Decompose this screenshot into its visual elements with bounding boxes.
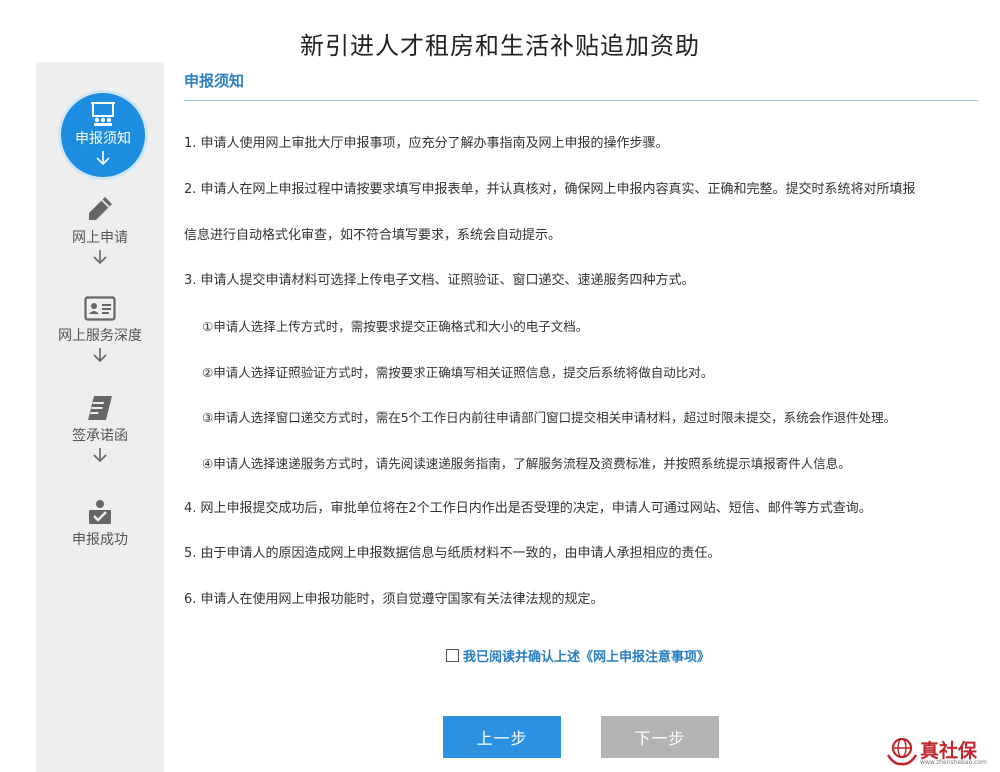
section-header: 申报须知	[184, 70, 978, 101]
notice-subitem: ②申请人选择证照验证方式时，需按要求正确填写相关证照信息，提交后系统将做自动比对…	[202, 365, 714, 380]
next-step-button[interactable]: 下一步	[601, 716, 719, 758]
arrow-down-icon	[96, 151, 110, 166]
notice-item: 5. 由于申请人的原因造成网上申报数据信息与纸质材料不一致的，由申请人承担相应的…	[184, 546, 721, 561]
presentation-icon	[91, 102, 115, 126]
arrow-down-icon	[93, 348, 107, 363]
notice-subitem: ③申请人选择窗口递交方式时，需在5个工作日内前往申请部门窗口提交相关申请材料，超…	[202, 410, 897, 425]
step-label: 签承诺函	[72, 428, 128, 444]
step-notice[interactable]: 申报须知	[58, 90, 148, 180]
notice-subitem: ④申请人选择速递服务方式时，请先阅读速递服务指南，了解服务流程及资费标准，并按照…	[202, 456, 851, 471]
checkbox-icon[interactable]	[446, 649, 459, 662]
step-commitment[interactable]: 签承诺函	[36, 394, 164, 463]
section-title: 申报须知	[184, 72, 245, 90]
watermark-logo: 真社保 www.zhenshebao.com	[886, 734, 996, 770]
globe-hands-icon	[886, 737, 918, 766]
notice-item: 信息进行自动格式化审查，如不符合填写要求，系统会自动提示。	[184, 228, 562, 243]
step-online-service[interactable]: 网上服务深度	[36, 296, 164, 363]
step-success[interactable]: 申报成功	[36, 498, 164, 549]
arrow-down-icon	[93, 250, 107, 265]
agreement-checkbox[interactable]: 我已阅读并确认上述《网上申报注意事项》	[446, 646, 710, 665]
step-online-apply[interactable]: 网上申请	[36, 194, 164, 265]
page-title: 新引进人才租房和生活补贴追加资助	[300, 32, 700, 60]
step-label: 网上服务深度	[58, 328, 142, 344]
watermark-url: www.zhenshebao.com	[920, 759, 987, 766]
check-user-icon	[89, 500, 111, 524]
notice-subitem: ①申请人选择上传方式时，需按要求提交正确格式和大小的电子文档。	[202, 319, 589, 334]
document-icon	[88, 396, 112, 420]
arrow-down-icon	[93, 448, 107, 463]
id-card-icon	[84, 296, 116, 321]
step-label: 申报须知	[75, 131, 131, 147]
notice-item: 4. 网上申报提交成功后，审批单位将在2个工作日内作出是否受理的决定，申请人可通…	[184, 501, 872, 516]
step-label: 申报成功	[72, 532, 128, 548]
notice-item: 6. 申请人在使用网上申报功能时，须自觉遵守国家有关法律法规的规定。	[184, 592, 604, 607]
pencil-icon	[89, 197, 112, 220]
agreement-label: 我已阅读并确认上述《网上申报注意事项》	[463, 650, 711, 665]
notice-item: 3. 申请人提交申请材料可选择上传电子文档、证照验证、窗口递交、速递服务四种方式…	[184, 273, 695, 288]
step-sidebar: 申报须知 网上申请 网上服务深度 签承诺函 申报成功	[36, 62, 164, 772]
step-label: 网上申请	[72, 230, 128, 246]
notice-item: 1. 申请人使用网上审批大厅申报事项，应充分了解办事指南及网上申报的操作步骤。	[184, 136, 669, 151]
prev-step-button[interactable]: 上一步	[443, 716, 561, 758]
notice-item: 2. 申请人在网上申报过程中请按要求填写申报表单，并认真核对，确保网上申报内容真…	[184, 182, 916, 197]
